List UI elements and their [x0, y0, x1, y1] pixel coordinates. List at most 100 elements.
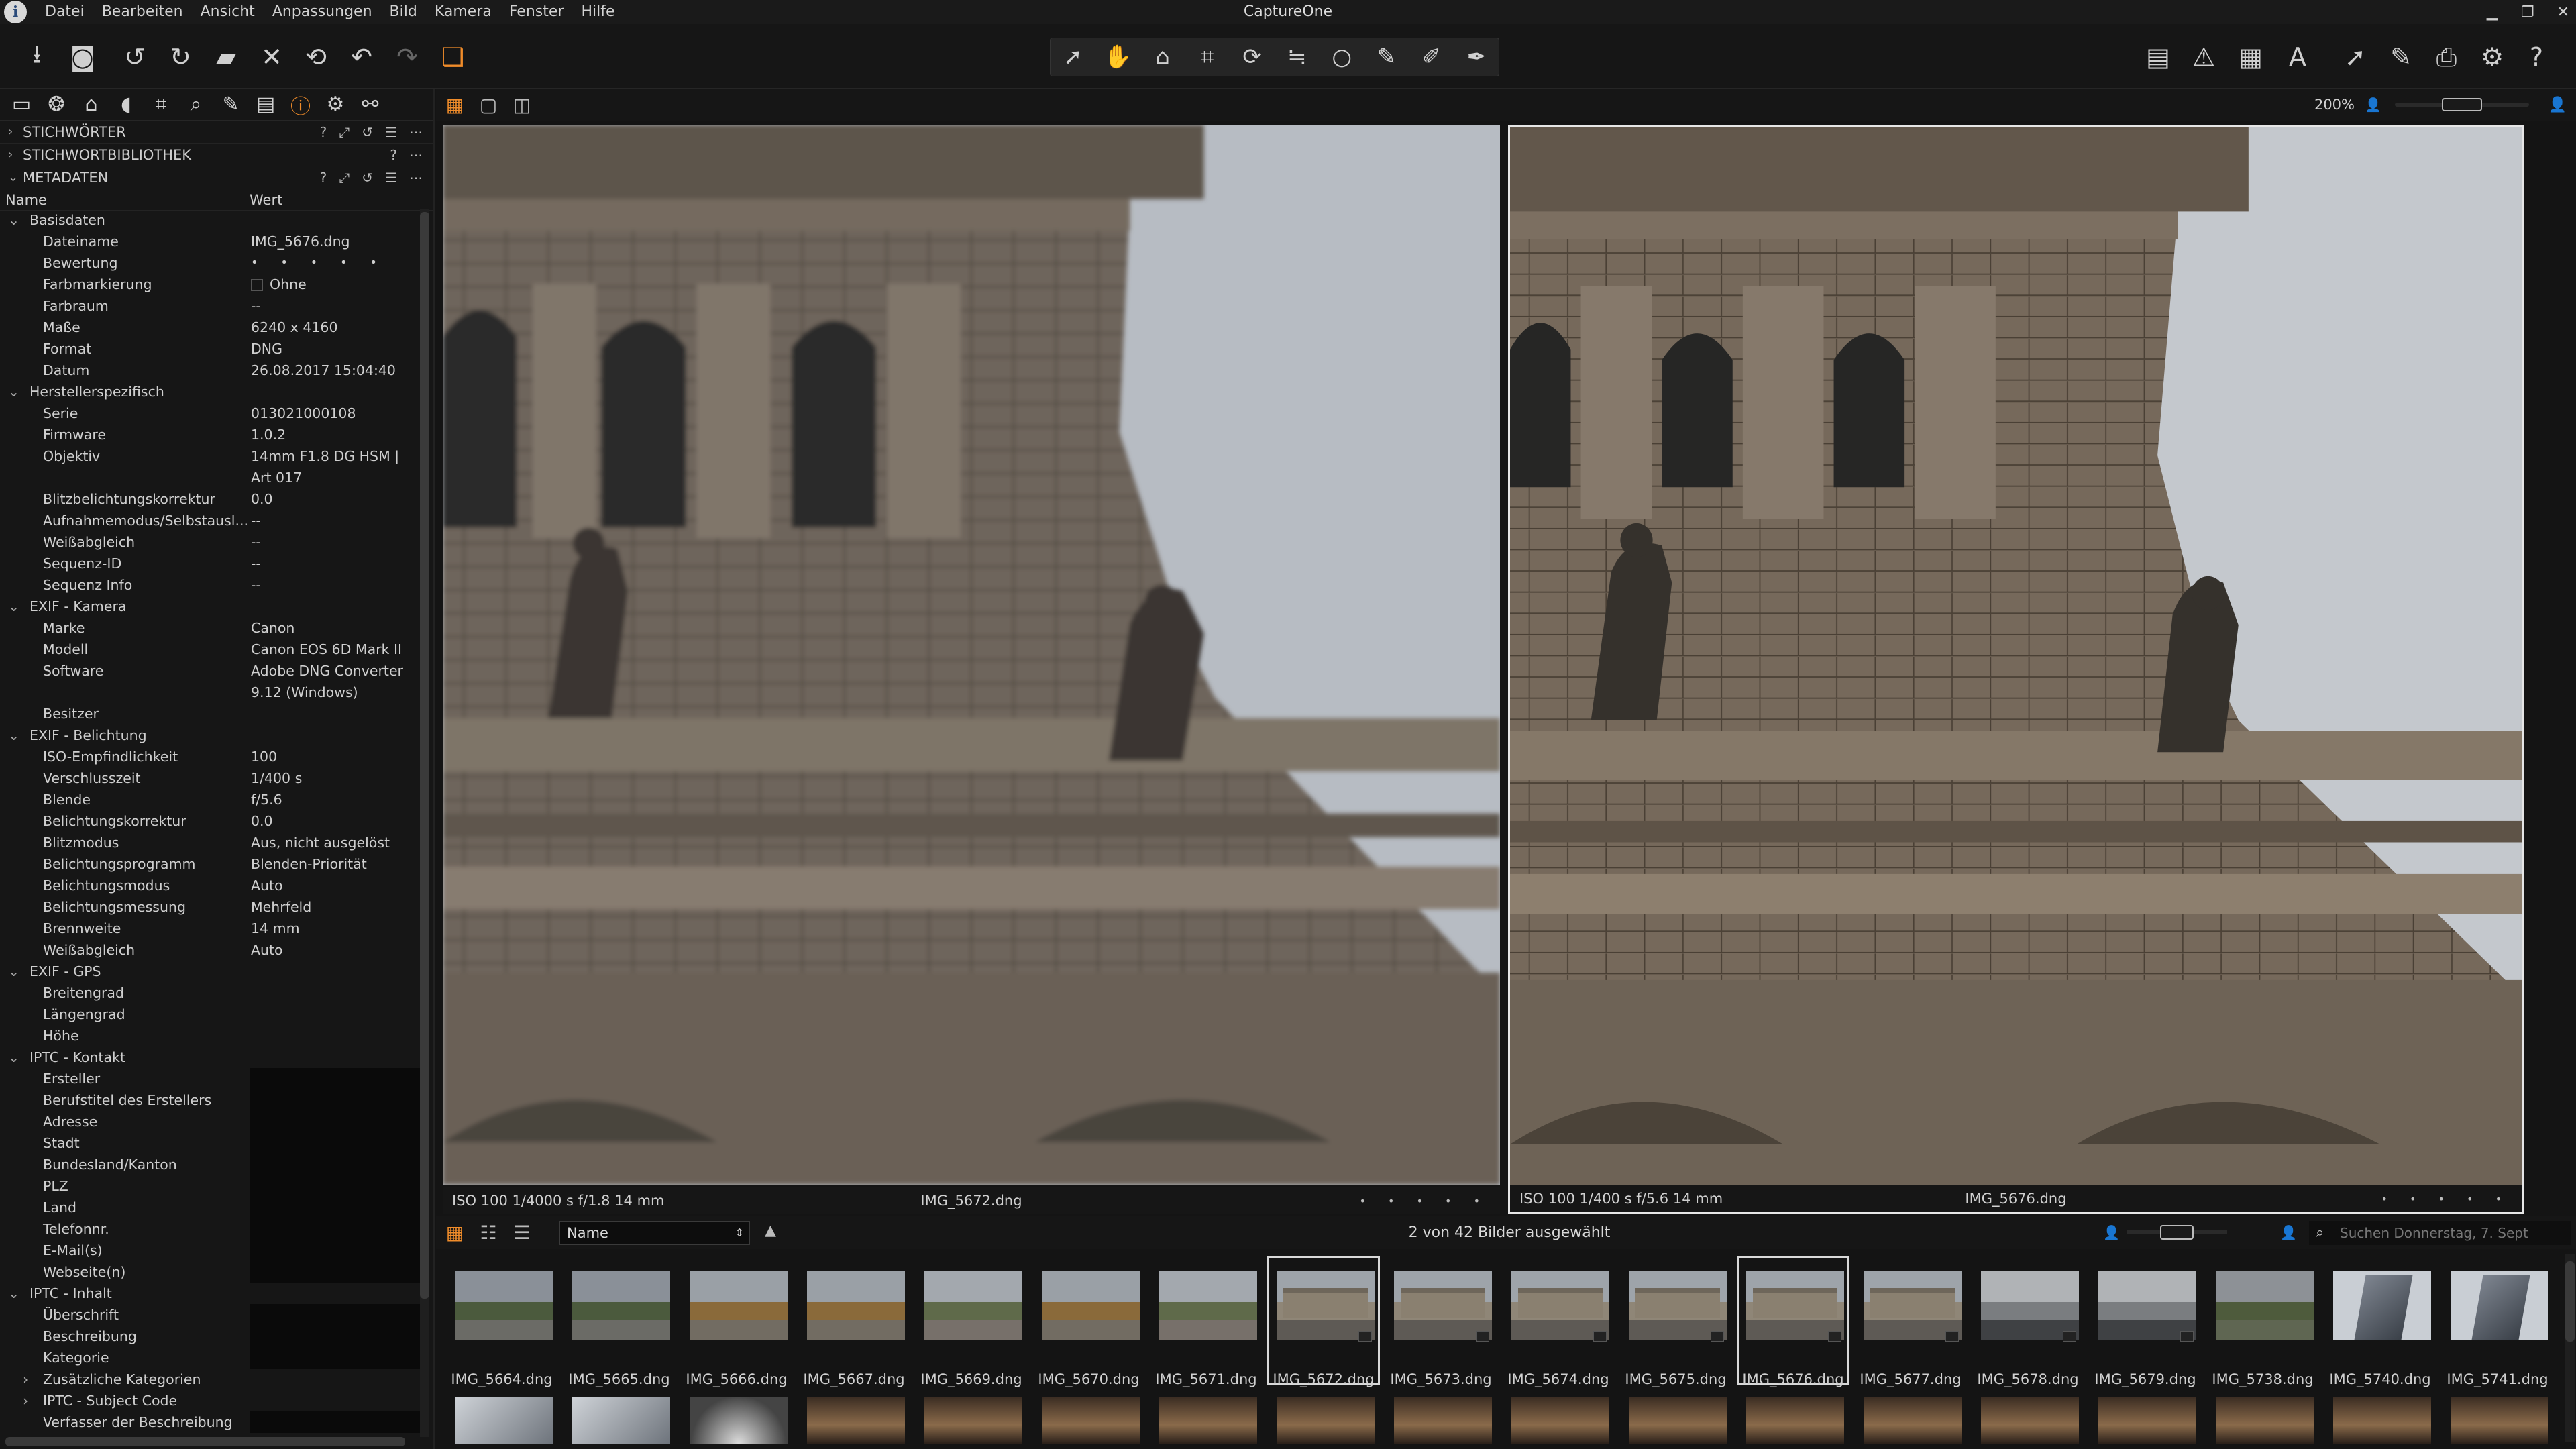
search-input[interactable]: ⌕ Suchen Donnerstag, 7. Sept [2309, 1221, 2571, 1245]
metadata-group[interactable]: Basisdaten [0, 209, 424, 231]
thumbnail-next-row[interactable] [690, 1397, 788, 1444]
metadata-value[interactable]: 6240 x 4160 [250, 317, 424, 338]
viewer-left[interactable]: ISO 100 1/4000 s f/1.8 14 mm IMG_5672.dn… [443, 125, 1500, 1214]
metadata-scrollbar[interactable] [420, 209, 429, 1437]
scrollbar-thumb[interactable] [420, 212, 429, 1299]
float-icon[interactable]: ⤢ [339, 124, 350, 140]
metadata-row[interactable]: Format DNG [0, 338, 424, 360]
thumbnail[interactable]: IMG_5667.dng [798, 1256, 910, 1387]
thumbnail[interactable]: IMG_5669.dng [915, 1256, 1028, 1387]
sort-select[interactable]: Name ⇕ [559, 1221, 750, 1245]
thumbnail-next-row[interactable] [1629, 1397, 1727, 1444]
import-icon[interactable]: ⭳ [20, 40, 54, 74]
thumbnail-next-row[interactable] [1511, 1397, 1609, 1444]
metadata-row[interactable]: Maße 6240 x 4160 [0, 317, 424, 338]
metadata-value[interactable]: • • • • • [250, 252, 424, 274]
horizontal-scrollbar[interactable] [5, 1437, 405, 1446]
metadata-row[interactable]: Belichtungsmodus Auto [0, 875, 424, 896]
metadata-row[interactable]: Datum 26.08.2017 15:04:40 [0, 360, 424, 381]
menu-anpassungen[interactable]: Anpassungen [264, 0, 381, 24]
grid-view-icon[interactable]: ▦ [440, 1219, 470, 1246]
thumbnail[interactable]: IMG_5678.dng [1972, 1256, 2084, 1387]
metadata-row[interactable]: Blitzmodus Aus, nicht ausgelöst [0, 832, 424, 853]
metadata-value[interactable] [250, 1154, 424, 1175]
thumbnail[interactable]: IMG_5677.dng [1854, 1256, 1967, 1387]
metadata-value[interactable]: 1/400 s [250, 767, 424, 789]
metadata-row[interactable]: Berufstitel des Erstellers [0, 1089, 424, 1111]
menu-kamera[interactable]: Kamera [426, 0, 500, 24]
metadata-value[interactable]: -- [250, 531, 424, 553]
color-tag-checkbox[interactable] [251, 279, 263, 291]
float-icon[interactable]: ⤢ [339, 170, 350, 186]
thumbnail-image[interactable] [1981, 1271, 2079, 1340]
reset-icon[interactable]: ✕ [255, 40, 288, 74]
metadata-row[interactable]: Dateiname IMG_5676.dng [0, 231, 424, 252]
metadata-value[interactable]: 14mm F1.8 DG HSM | Art 017 [250, 445, 424, 488]
thumbnail[interactable]: IMG_5741.dng [2441, 1256, 2554, 1387]
thumbnail-image[interactable] [1511, 1271, 1609, 1340]
column-name[interactable]: Name [0, 192, 250, 208]
list-icon[interactable]: ☰ [385, 170, 397, 186]
more-icon[interactable]: ⋯ [409, 147, 423, 163]
rotate-right-icon[interactable]: ↻ [164, 40, 197, 74]
menu-bild[interactable]: Bild [381, 0, 426, 24]
thumbnail[interactable]: IMG_5670.dng [1032, 1256, 1145, 1387]
section-stichwortbibliothek[interactable]: › STICHWORTBIBLIOTHEK ? ⋯ [0, 144, 433, 166]
rating-dots[interactable]: • • • • • [1359, 1195, 1500, 1208]
metadata-row[interactable]: Telefonnr. [0, 1218, 424, 1240]
spot-icon[interactable]: ○ [1322, 40, 1362, 74]
metadata-row[interactable]: Bundesland/Kanton [0, 1154, 424, 1175]
print-icon[interactable]: ⎙ [2430, 40, 2463, 74]
thumbnail-image[interactable] [924, 1271, 1022, 1340]
color-tab-icon[interactable]: ◖ [110, 90, 142, 119]
thumbnail-next-row[interactable] [2333, 1397, 2431, 1444]
metadata-row[interactable]: Beschreibung [0, 1326, 424, 1347]
keystone-icon[interactable]: ≒ [1277, 40, 1317, 74]
thumbnail[interactable]: IMG_5675.dng [1619, 1256, 1732, 1387]
menu-fenster[interactable]: Fenster [500, 0, 573, 24]
output-tab-icon[interactable]: ▤ [250, 90, 282, 119]
metadata-value[interactable] [250, 1089, 424, 1111]
thumbnail-next-row[interactable] [2451, 1397, 2548, 1444]
metadata-row[interactable]: Besitzer [0, 703, 424, 724]
lens-tab-icon[interactable]: ⌂ [75, 90, 107, 119]
batch-tab-icon[interactable]: ⚙ [319, 90, 352, 119]
close-icon[interactable]: ✕ [2557, 4, 2569, 21]
thumbnail[interactable]: IMG_5740.dng [2324, 1256, 2436, 1387]
annotate-icon[interactable]: ✒ [1456, 40, 1497, 74]
column-value[interactable]: Wert [250, 192, 282, 208]
metadata-value[interactable]: Mehrfeld [250, 896, 424, 918]
thumbnail-image[interactable] [455, 1271, 553, 1340]
thumbnail[interactable]: IMG_5738.dng [2206, 1256, 2319, 1387]
metadata-row[interactable]: Farbraum -- [0, 295, 424, 317]
help-icon[interactable]: ? [320, 124, 327, 140]
metadata-row[interactable]: Blitzbelichtungskorrektur 0.0 [0, 488, 424, 510]
metadata-row[interactable]: Höhe [0, 1025, 424, 1046]
metadata-value[interactable] [250, 1261, 424, 1283]
edit-icon[interactable]: ✎ [2384, 40, 2418, 74]
metadata-value[interactable] [250, 1197, 424, 1218]
metadata-value[interactable]: -- [250, 553, 424, 574]
metadata-row[interactable]: Belichtungsmessung Mehrfeld [0, 896, 424, 918]
thumbnail-image[interactable] [2451, 1271, 2548, 1340]
help-icon[interactable]: ? [2520, 40, 2553, 74]
minimize-icon[interactable]: ▁ [2487, 4, 2498, 21]
metadata-value[interactable] [250, 1175, 424, 1197]
metadata-group[interactable]: Herstellerspezifisch [0, 381, 424, 402]
metadata-value[interactable]: Aus, nicht ausgelöst [250, 832, 424, 853]
metadata-value[interactable]: 0.0 [250, 810, 424, 832]
settings-icon[interactable]: ⚙ [2475, 40, 2509, 74]
thumbnail-next-row[interactable] [1864, 1397, 1962, 1444]
metadata-value[interactable]: Blenden-Priorität [250, 853, 424, 875]
thumbnail-next-row[interactable] [455, 1397, 553, 1444]
metadata-value[interactable] [250, 1326, 424, 1347]
metadata-value[interactable] [250, 1347, 424, 1368]
metadata-row[interactable]: Sequenz Info -- [0, 574, 424, 596]
thumbnail-next-row[interactable] [1277, 1397, 1375, 1444]
thumbnail-image[interactable] [1394, 1271, 1492, 1340]
menu-ansicht[interactable]: Ansicht [192, 0, 264, 24]
metadata-row[interactable]: Blende f/5.6 [0, 789, 424, 810]
zoom-track[interactable] [2395, 98, 2529, 111]
metadata-row[interactable]: IPTC - Subject Code [0, 1390, 424, 1411]
thumbnail-image[interactable] [690, 1271, 788, 1340]
